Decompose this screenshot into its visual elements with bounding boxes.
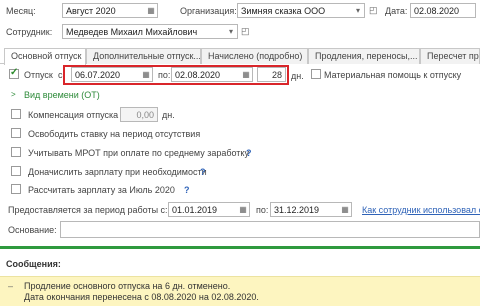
- work-period-from-value: 01.01.2019: [172, 204, 218, 215]
- employee-label: Сотрудник:: [6, 27, 53, 37]
- work-period-to-label: по:: [256, 205, 269, 215]
- calendar-icon[interactable]: ▦: [145, 4, 157, 17]
- employee-field[interactable]: Медведев Михаил Михайлович ▾: [62, 24, 238, 39]
- chevron-right-icon[interactable]: >: [11, 90, 16, 99]
- date-label: Дата:: [385, 6, 408, 16]
- tab-accrued-detailed[interactable]: Начислено (подробно): [201, 48, 308, 64]
- messages-panel: – Продление основного отпуска на 6 дн. о…: [0, 276, 480, 306]
- message-line-1[interactable]: Продление основного отпуска на 6 дн. отм…: [24, 281, 230, 291]
- date-field[interactable]: 02.08.2020: [410, 3, 476, 18]
- open-icon[interactable]: ◰: [369, 5, 378, 16]
- org-field[interactable]: Зимняя сказка ООО ▾: [237, 3, 365, 18]
- compensation-unit: дн.: [162, 110, 175, 120]
- vacation-label: Отпуск: [24, 70, 53, 80]
- date-value: 02.08.2020: [414, 5, 460, 16]
- tab-extensions[interactable]: Продления, переносы,...: [308, 48, 420, 64]
- compensation-checkbox[interactable]: [11, 109, 21, 119]
- dropdown-icon[interactable]: ▾: [352, 4, 364, 17]
- compensation-value: 0,00: [136, 109, 154, 120]
- calendar-icon[interactable]: ▦: [237, 203, 249, 216]
- compensation-field[interactable]: 0,00: [120, 107, 158, 122]
- calc-salary-label: Рассчитать зарплату за Июль 2020: [28, 185, 175, 195]
- month-field[interactable]: Август 2020 ▦: [62, 3, 158, 18]
- work-period-to-value: 31.12.2019: [274, 204, 320, 215]
- basis-label: Основание:: [8, 225, 57, 235]
- tab-additional-vacations[interactable]: Дополнительные отпуск...: [86, 48, 201, 64]
- tab-main-vacation[interactable]: Основной отпуск: [4, 48, 86, 65]
- calendar-icon[interactable]: ▦: [339, 203, 351, 216]
- additional-accrual-label: Доначислить зарплату при необходимости: [28, 167, 207, 177]
- material-help-label: Материальная помощь к отпуску: [324, 70, 462, 80]
- org-label: Организация:: [180, 6, 237, 16]
- release-rate-label: Освободить ставку на период отсутствия: [28, 129, 201, 139]
- time-type-link[interactable]: Вид времени (ОТ): [24, 90, 100, 100]
- separator: [0, 246, 480, 249]
- org-value: Зимняя сказка ООО: [241, 5, 326, 16]
- help-icon[interactable]: ?: [200, 167, 206, 177]
- work-period-to-field[interactable]: 31.12.2019 ▦: [270, 202, 352, 217]
- mrot-checkbox[interactable]: [11, 147, 21, 157]
- release-rate-checkbox[interactable]: [11, 128, 21, 138]
- tab-bar: Основной отпуск Дополнительные отпуск...…: [0, 48, 480, 65]
- open-icon[interactable]: ◰: [241, 26, 250, 37]
- additional-accrual-checkbox[interactable]: [11, 166, 21, 176]
- basis-field[interactable]: [60, 221, 480, 238]
- work-period-label: Предоставляется за период работы с:: [8, 205, 168, 215]
- calc-salary-checkbox[interactable]: [11, 184, 21, 194]
- help-icon[interactable]: ?: [246, 148, 252, 158]
- employee-value: Медведев Михаил Михайлович: [66, 26, 198, 37]
- month-value: Август 2020: [66, 5, 116, 16]
- tab-recalc[interactable]: Пересчет пр: [420, 48, 480, 64]
- help-icon[interactable]: ?: [184, 185, 190, 195]
- highlight-frame: [63, 65, 289, 85]
- month-label: Месяц:: [6, 6, 36, 16]
- vacation-usage-link[interactable]: Как сотрудник использовал отп: [362, 205, 480, 215]
- mrot-label: Учитывать МРОТ при оплате по среднему за…: [28, 148, 249, 158]
- work-period-from-field[interactable]: 01.01.2019 ▦: [168, 202, 250, 217]
- dash-icon: –: [8, 281, 14, 291]
- compensation-label: Компенсация отпуска: [28, 110, 119, 120]
- vacation-checkbox[interactable]: [9, 67, 19, 79]
- material-help-checkbox[interactable]: [311, 69, 321, 79]
- days-unit: дн.: [291, 71, 304, 81]
- message-line-2[interactable]: Дата окончания перенесена с 08.08.2020 н…: [24, 292, 259, 302]
- dropdown-icon[interactable]: ▾: [225, 25, 237, 38]
- messages-title: Сообщения:: [6, 259, 61, 269]
